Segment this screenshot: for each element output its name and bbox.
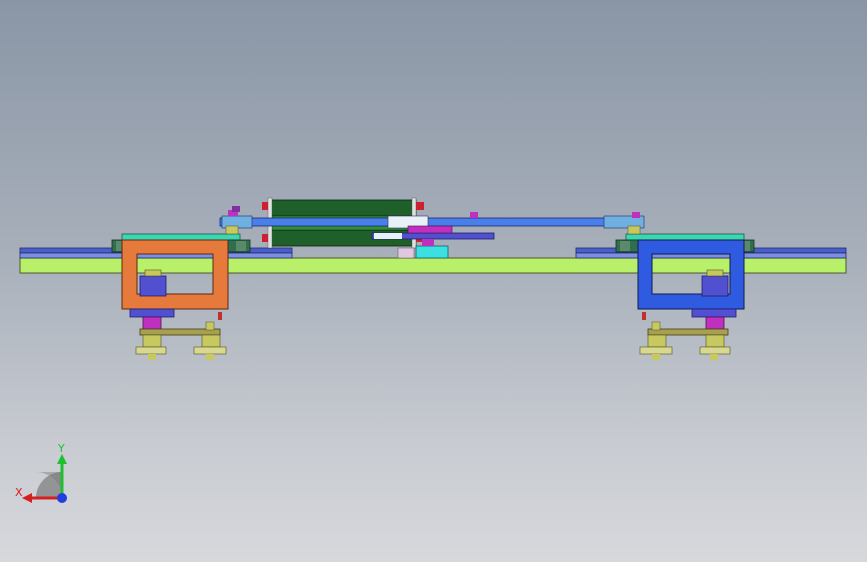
graphics-viewport[interactable]: Y X bbox=[0, 0, 867, 562]
y-axis-label: Y bbox=[57, 442, 65, 455]
cad-model-view[interactable] bbox=[0, 0, 867, 562]
right-rod-end[interactable] bbox=[627, 225, 641, 235]
z-axis-dot bbox=[57, 493, 67, 503]
triad-plane-icon bbox=[36, 472, 62, 498]
right-frame[interactable] bbox=[637, 239, 745, 310]
left-frame[interactable] bbox=[121, 239, 229, 310]
coordinate-triad: Y X bbox=[15, 442, 67, 503]
x-axis-label: X bbox=[15, 486, 23, 499]
left-under-assembly[interactable] bbox=[129, 308, 227, 360]
right-under-assembly[interactable] bbox=[639, 308, 737, 360]
